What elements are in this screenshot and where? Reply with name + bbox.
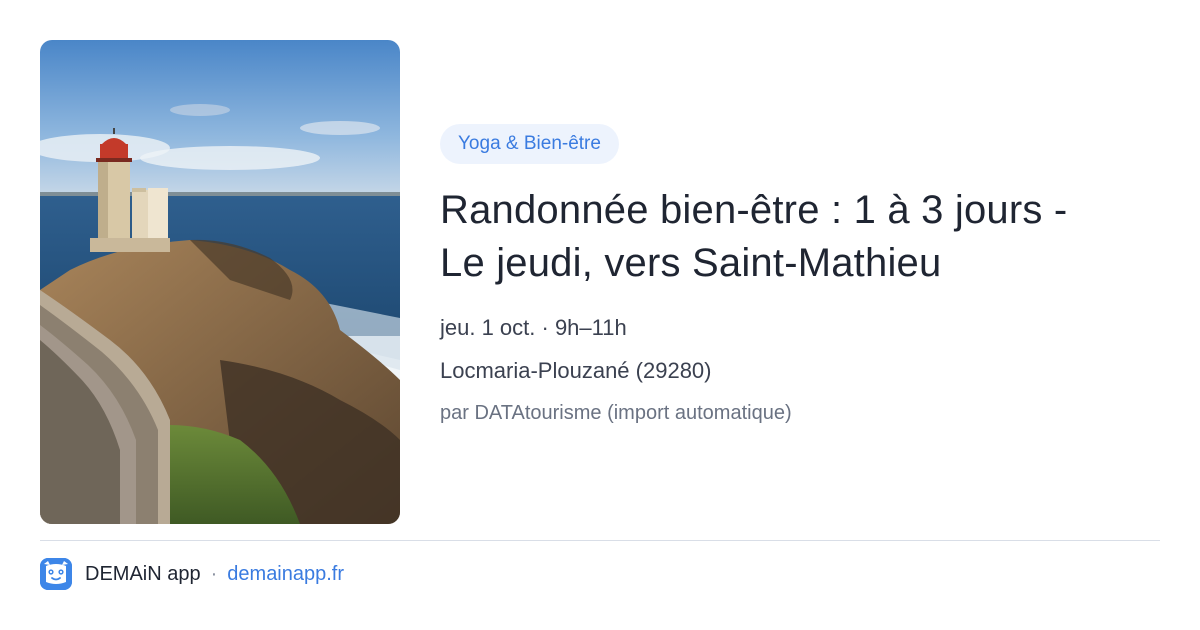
event-details: Yoga & Bien-être Randonnée bien-être : 1…	[440, 124, 1160, 426]
app-name: DEMAiN app	[85, 562, 201, 585]
event-meta: jeu. 1 oct. · 9h–11h Locmaria-Plouzané (…	[440, 314, 1160, 426]
category-tag[interactable]: Yoga & Bien-être	[440, 124, 619, 164]
app-website-link[interactable]: demainapp.fr	[227, 563, 344, 586]
app-logo-icon	[40, 558, 72, 590]
footer: DEMAiN app · demainapp.fr	[40, 558, 344, 590]
event-location: Locmaria-Plouzané (29280)	[440, 358, 712, 383]
event-image[interactable]	[40, 40, 400, 524]
footer-separator: ·	[210, 562, 218, 585]
lighthouse-photo	[40, 40, 400, 524]
event-date: jeu. 1 oct. · 9h–11h	[440, 315, 627, 340]
event-title[interactable]: Randonnée bien-être : 1 à 3 jours - Le j…	[440, 184, 1160, 290]
event-title-line2: Le jeudi, vers Saint-Mathieu	[440, 241, 942, 285]
footer-divider	[40, 540, 1160, 541]
event-source: par DATAtourisme (import automatique)	[440, 402, 792, 424]
event-title-line1: Randonnée bien-être : 1 à 3 jours -	[440, 188, 1068, 232]
